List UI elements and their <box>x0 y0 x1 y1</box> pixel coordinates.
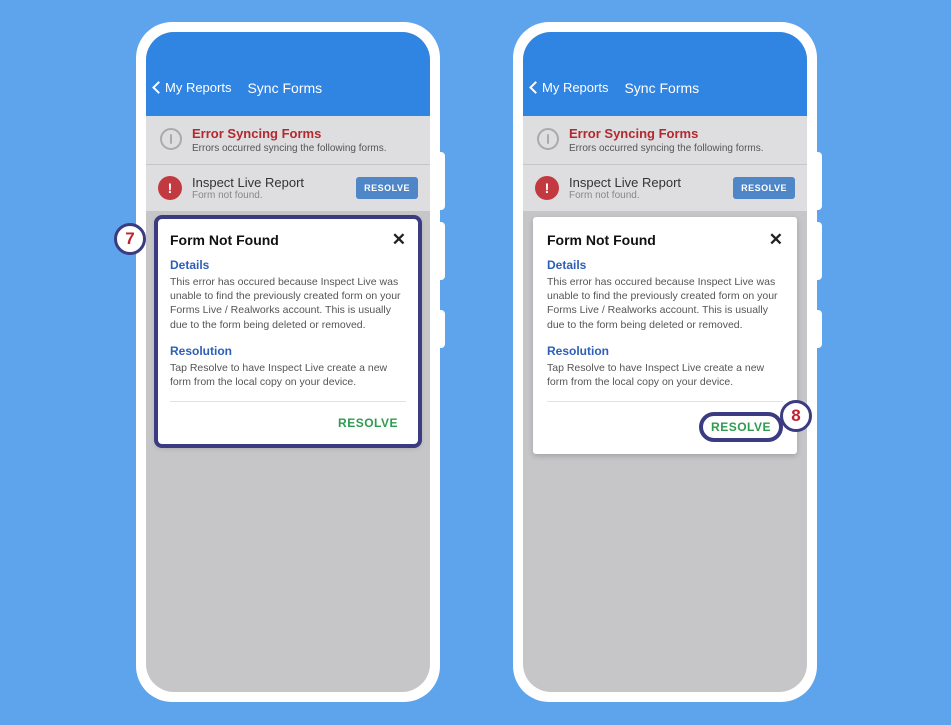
screen: My Reports Sync Forms Error Syncing Form… <box>523 32 807 692</box>
form-not-found-card: Form Not Found ✕ Details This error has … <box>533 217 797 454</box>
step-callout-7: 7 <box>114 223 146 255</box>
resolution-body: Tap Resolve to have Inspect Live create … <box>170 361 406 389</box>
status-bar <box>146 32 430 80</box>
details-heading: Details <box>547 258 783 272</box>
tutorial-canvas: 7 8 My Reports Sync Forms Error Syncing … <box>0 0 951 725</box>
status-bar <box>523 32 807 80</box>
warning-icon <box>537 128 559 150</box>
chevron-left-icon <box>152 81 165 94</box>
back-button[interactable]: My Reports <box>531 80 608 95</box>
warning-icon <box>160 128 182 150</box>
close-icon[interactable]: ✕ <box>392 231 406 248</box>
resolution-heading: Resolution <box>547 344 783 358</box>
form-error-item: ! Inspect Live Report Form not found. RE… <box>523 165 807 211</box>
details-heading: Details <box>170 258 406 272</box>
phone-side-button <box>817 222 822 280</box>
error-banner: Error Syncing Forms Errors occurred sync… <box>523 116 807 164</box>
phone-mock-right: My Reports Sync Forms Error Syncing Form… <box>513 22 817 702</box>
form-error-item: ! Inspect Live Report Form not found. RE… <box>146 165 430 211</box>
chevron-left-icon <box>529 81 542 94</box>
alert-icon: ! <box>535 176 559 200</box>
error-banner-title: Error Syncing Forms <box>569 126 793 141</box>
alert-icon: ! <box>158 176 182 200</box>
item-title: Inspect Live Report <box>569 175 723 190</box>
phone-side-button <box>817 310 822 348</box>
resolve-button[interactable]: RESOLVE <box>330 412 406 434</box>
close-icon[interactable]: ✕ <box>769 231 783 248</box>
details-body: This error has occured because Inspect L… <box>547 275 783 332</box>
error-banner: Error Syncing Forms Errors occurred sync… <box>146 116 430 164</box>
back-button[interactable]: My Reports <box>154 80 231 95</box>
item-title: Inspect Live Report <box>192 175 346 190</box>
resolve-button[interactable]: RESOLVE <box>699 412 783 442</box>
details-body: This error has occured because Inspect L… <box>170 275 406 332</box>
resolve-pill-button[interactable]: RESOLVE <box>733 177 795 199</box>
phone-side-button <box>440 222 445 280</box>
resolve-pill-button[interactable]: RESOLVE <box>356 177 418 199</box>
form-not-found-card: Form Not Found ✕ Details This error has … <box>156 217 420 446</box>
resolution-body: Tap Resolve to have Inspect Live create … <box>547 361 783 389</box>
resolution-heading: Resolution <box>170 344 406 358</box>
item-subtitle: Form not found. <box>192 190 346 201</box>
nav-bar: My Reports Sync Forms <box>523 80 807 116</box>
page-title: Sync Forms <box>624 80 699 96</box>
step-callout-8: 8 <box>780 400 812 432</box>
error-banner-subtitle: Errors occurred syncing the following fo… <box>569 143 793 154</box>
nav-bar: My Reports Sync Forms <box>146 80 430 116</box>
phone-side-button <box>440 310 445 348</box>
screen: My Reports Sync Forms Error Syncing Form… <box>146 32 430 692</box>
page-title: Sync Forms <box>247 80 322 96</box>
card-title: Form Not Found <box>170 232 279 248</box>
error-banner-subtitle: Errors occurred syncing the following fo… <box>192 143 416 154</box>
phone-side-button <box>817 152 822 210</box>
error-banner-title: Error Syncing Forms <box>192 126 416 141</box>
back-label: My Reports <box>542 80 608 95</box>
card-title: Form Not Found <box>547 232 656 248</box>
phone-side-button <box>440 152 445 210</box>
phone-mock-left: My Reports Sync Forms Error Syncing Form… <box>136 22 440 702</box>
item-subtitle: Form not found. <box>569 190 723 201</box>
back-label: My Reports <box>165 80 231 95</box>
